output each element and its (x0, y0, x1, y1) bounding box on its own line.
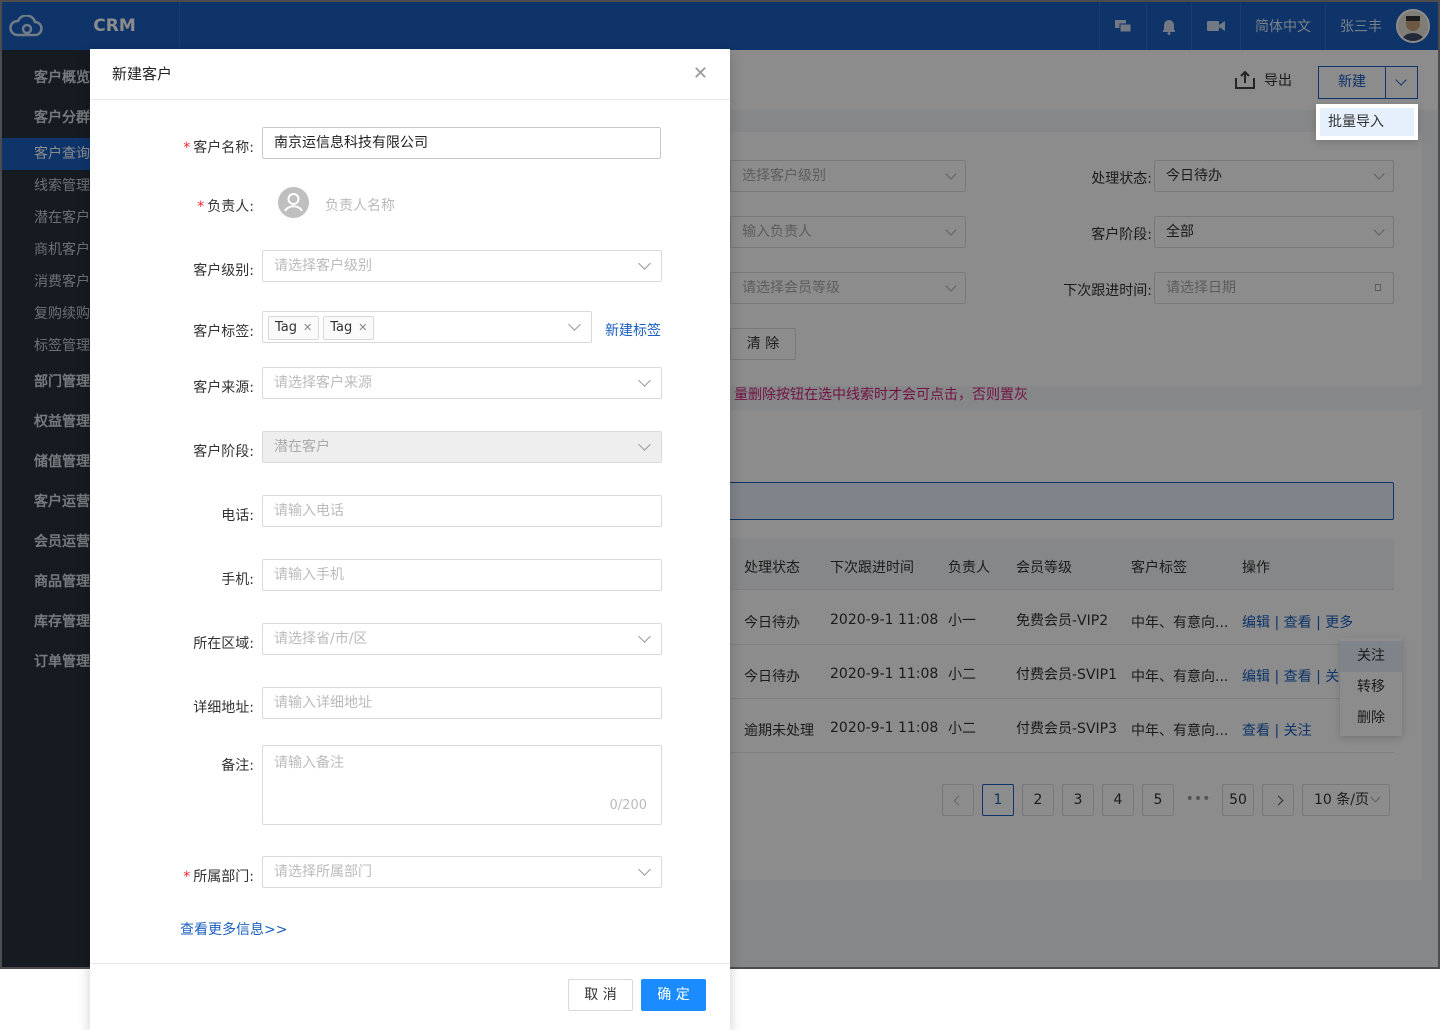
dept-select[interactable]: 请选择所属部门 (262, 856, 662, 888)
batch-import-item[interactable]: 批量导入 (1320, 108, 1414, 136)
new-tag-link[interactable]: 新建标签 (605, 320, 661, 340)
dialog-footer: 取 消 确 定 (90, 963, 730, 1030)
mobile-label: 手机: (221, 572, 254, 588)
confirm-button[interactable]: 确 定 (641, 979, 706, 1011)
new-dropdown-menu: 批量导入 (1316, 104, 1418, 140)
stage-select: 潜在客户 (262, 431, 662, 463)
customer-name-input[interactable]: 南京运信息科技有限公司 (262, 127, 661, 159)
owner-label: * 负责人: (197, 199, 254, 215)
owner-avatar-icon[interactable] (278, 187, 309, 218)
remark-counter: 0/200 (609, 798, 647, 813)
cancel-button[interactable]: 取 消 (568, 979, 633, 1011)
address-input[interactable]: 请输入详细地址 (262, 687, 662, 719)
new-customer-dialog: 新建客户 ✕ * 客户名称: 南京运信息科技有限公司 * 负责人: 负责人名称 客户… (90, 49, 730, 1030)
stage-label: 客户阶段: (193, 444, 254, 460)
mobile-input[interactable]: 请输入手机 (262, 559, 662, 591)
dialog-title: 新建客户 (90, 49, 730, 100)
close-icon[interactable]: ✕ (693, 63, 708, 84)
remark-textarea[interactable]: 请输入备注 0/200 (262, 745, 662, 825)
tag-chip: Tag ✕ (268, 316, 320, 340)
level-select[interactable]: 请选择客户级别 (262, 250, 662, 282)
tag-label: 客户标签: (193, 324, 254, 340)
customer-name-label: * 客户名称: (183, 140, 254, 156)
phone-label: 电话: (221, 508, 254, 524)
tag-text: Tag (330, 320, 353, 335)
remark-placeholder: 请输入备注 (274, 755, 344, 771)
close-icon[interactable]: ✕ (358, 321, 367, 334)
tag-chip: Tag ✕ (323, 316, 375, 340)
phone-input[interactable]: 请输入电话 (262, 495, 662, 527)
region-select[interactable]: 请选择省/市/区 (262, 623, 662, 655)
address-label: 详细地址: (193, 700, 254, 716)
tag-text: Tag (275, 320, 298, 335)
region-label: 所在区域: (193, 636, 254, 652)
tag-select[interactable]: Tag ✕ Tag ✕ (262, 311, 592, 343)
close-icon[interactable]: ✕ (303, 321, 312, 334)
source-select[interactable]: 请选择客户来源 (262, 367, 662, 399)
owner-name-placeholder: 负责人名称 (325, 198, 395, 214)
more-info-link[interactable]: 查看更多信息>> (180, 919, 287, 939)
remark-label: 备注: (221, 758, 254, 774)
level-label: 客户级别: (193, 263, 254, 279)
source-label: 客户来源: (193, 380, 254, 396)
dept-label: * 所属部门: (183, 869, 254, 885)
